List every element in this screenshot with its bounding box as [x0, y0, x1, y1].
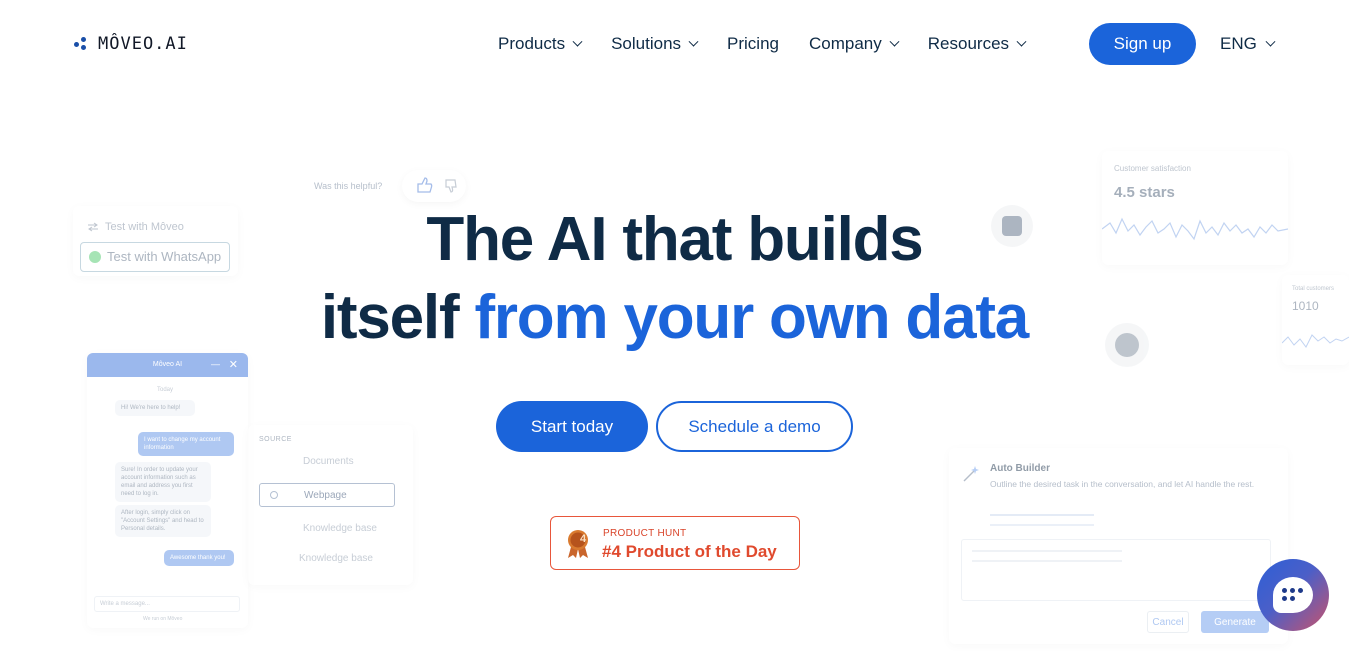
feedback-thumbs	[402, 170, 466, 202]
nav-item-resources[interactable]: Resources	[928, 34, 1027, 54]
start-today-button[interactable]: Start today	[496, 401, 648, 452]
thumbs-up-down-icon	[417, 177, 457, 193]
chevron-down-icon	[572, 36, 583, 47]
helpful-feedback-card: Was this helpful?	[308, 170, 468, 202]
cancel-button: Cancel	[1147, 611, 1189, 633]
nav-item-pricing[interactable]: Pricing	[727, 34, 779, 54]
generate-button: Generate	[1201, 611, 1269, 633]
radio-selected-icon	[270, 491, 278, 499]
medal-rank: 4	[579, 533, 587, 545]
nav-item-company[interactable]: Company	[809, 34, 900, 54]
moveo-logo[interactable]: MÔVEO.AI	[74, 34, 188, 54]
hero-title-line-1: The AI that builds	[426, 205, 923, 274]
chat-bot-message: After login, simply click on "Account Se…	[115, 505, 211, 537]
close-icon: ✕	[228, 359, 238, 371]
logo-dots-icon	[74, 37, 92, 51]
chevron-down-icon	[1265, 36, 1276, 47]
language-selector[interactable]: ENG	[1220, 34, 1276, 54]
auto-builder-textbox	[961, 539, 1271, 601]
minimize-icon: —	[211, 359, 220, 369]
source-row-webpage: Webpage	[259, 483, 395, 507]
chat-user-message: I want to change my account information	[138, 432, 234, 456]
schedule-demo-button[interactable]: Schedule a demo	[656, 401, 853, 452]
chat-bot-message: Hi! We're here to help!	[115, 400, 195, 416]
chat-user-message: Awesome thank you!	[164, 550, 234, 566]
magic-wand-icon	[963, 466, 979, 482]
product-hunt-badge[interactable]: 4 PRODUCT HUNT #4 Product of the Day	[550, 516, 800, 570]
chevron-down-icon	[1016, 36, 1027, 47]
nav-item-products[interactable]: Products	[498, 34, 583, 54]
chat-widget-header: Môveo AI — ✕	[87, 353, 248, 377]
nav-item-solutions[interactable]: Solutions	[611, 34, 699, 54]
logo-text: MÔVEO.AI	[98, 34, 188, 54]
chevron-down-icon	[688, 36, 699, 47]
chat-widget-preview: Môveo AI — ✕ Today Hi! We're here to hel…	[87, 353, 248, 628]
chat-icon	[1273, 577, 1313, 613]
chevron-down-icon	[889, 36, 900, 47]
nav-links: Products Solutions Pricing Company Resou…	[498, 34, 1055, 54]
hero-title-line-2: itself from your own data	[320, 283, 1029, 352]
sign-up-button[interactable]: Sign up	[1089, 23, 1196, 65]
auto-builder-card: Auto Builder Outline the desired task in…	[949, 448, 1288, 644]
source-selector-card: SOURCE Documents Webpage Knowledge base …	[248, 425, 413, 585]
chat-launcher-button[interactable]	[1257, 559, 1329, 631]
top-navigation: MÔVEO.AI Products Solutions Pricing Comp…	[0, 0, 1349, 88]
source-row-knowledge-base: Knowledge base	[303, 523, 377, 534]
chat-bot-message: Sure! In order to update your account in…	[115, 462, 211, 502]
source-row-knowledge-base: Knowledge base	[299, 553, 373, 564]
source-row-documents: Documents	[303, 456, 354, 467]
chat-message-input: Write a message...	[94, 596, 240, 612]
